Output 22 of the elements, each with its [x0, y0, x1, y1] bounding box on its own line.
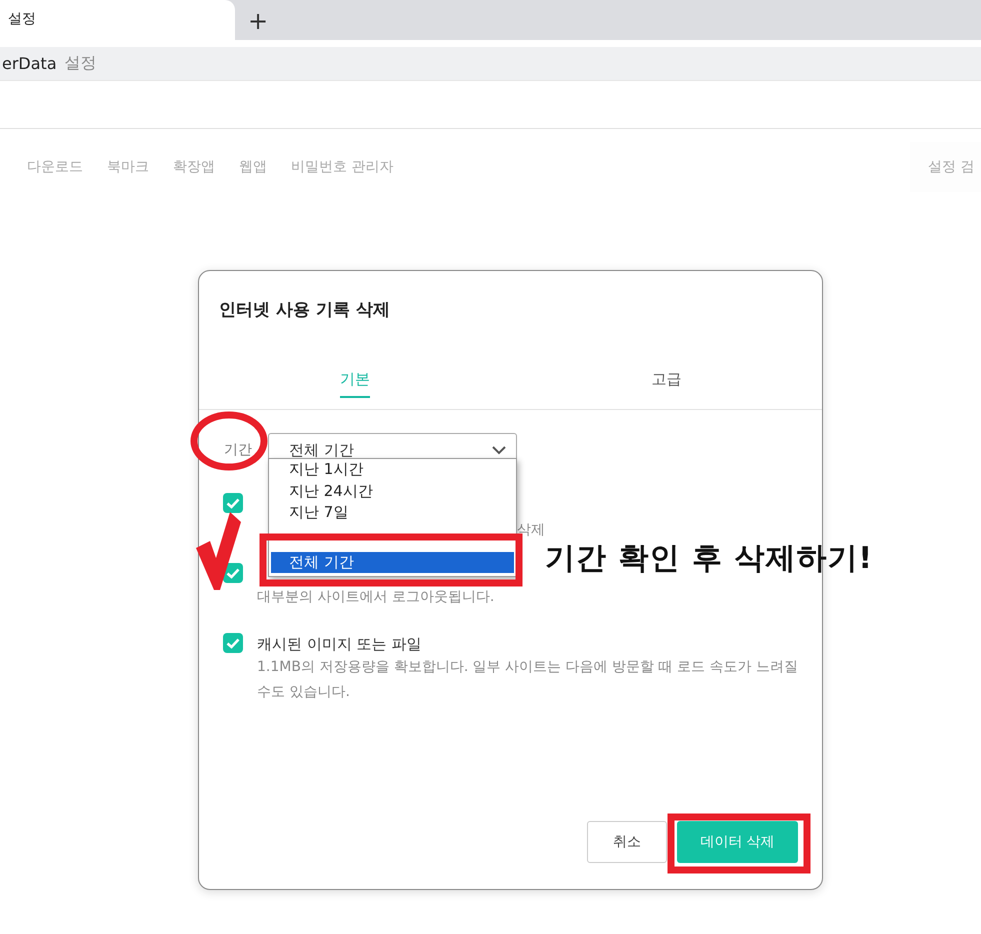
browser-tab[interactable]: 설정 [0, 0, 235, 40]
check-icon [226, 568, 240, 578]
option-description: 1.1MB의 저장용량을 확보합니다. 일부 사이트는 다음에 방문할 때 로드 속도가 느려질 수도 있습니다. [257, 658, 799, 702]
check-icon [226, 498, 240, 508]
dialog-tab[interactable]: 고급 [651, 360, 682, 398]
check-icon [226, 638, 240, 648]
option-label: 캐시된 이미지 또는 파일 [257, 634, 422, 655]
checkmark-icon [196, 512, 241, 590]
annotation-text: 기간 확인 후 삭제하기! [545, 540, 874, 578]
period-label: 기간 [224, 441, 253, 459]
dropdown-option[interactable]: 지난 24시간 [271, 480, 514, 502]
address-bar[interactable]: erData 설정 [0, 47, 981, 80]
option-description: 삭제 [517, 521, 545, 540]
chevron-down-icon [492, 446, 506, 454]
cancel-button[interactable]: 취소 [587, 821, 667, 863]
dropdown-option[interactable]: 전체 기간 [271, 552, 514, 573]
dialog-title: 인터넷 사용 기록 삭제 [219, 299, 390, 321]
option-description: 대부분의 사이트에서 로그아웃됩니다. [257, 588, 496, 607]
new-tab-button[interactable]: + [248, 8, 268, 34]
checkbox[interactable] [223, 633, 243, 653]
checkbox[interactable] [223, 493, 243, 513]
dropdown-option[interactable]: 지난 7일 [271, 502, 514, 524]
